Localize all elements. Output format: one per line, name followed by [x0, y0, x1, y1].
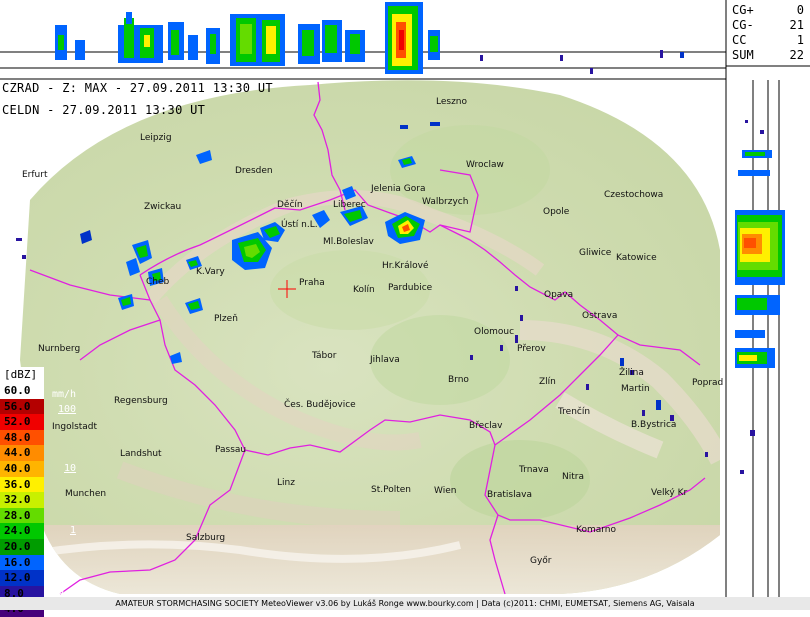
city-label: Pardubice [388, 283, 433, 293]
header-radar-line: CZRAD - Z: MAX - 27.09.2011 13:30 UT [2, 81, 273, 95]
city-label: Čes. Budějovice [284, 400, 356, 410]
city-label: Passau [215, 445, 247, 455]
city-label: K.Vary [196, 267, 225, 277]
city-label: Katowice [616, 253, 657, 263]
stat-sum: SUM 22 [732, 48, 804, 62]
city-label: Walbrzych [422, 197, 469, 207]
city-label: Leipzig [140, 133, 172, 143]
city-label: Liberec [333, 200, 366, 210]
stat-cc: CC 1 [732, 33, 804, 47]
city-label: Regensburg [114, 396, 168, 406]
legend-step: 56.0 [0, 398, 44, 415]
city-label: Jelenia Gora [371, 184, 426, 194]
legend-step: 44.0 [0, 445, 44, 461]
city-label: Hr.Králové [382, 261, 429, 271]
city-label: Kolín [353, 285, 375, 295]
lightning-stats: CG+ 0 CG- 21 CC 1 SUM 22 [728, 3, 808, 63]
legend-rate-1: 1 [70, 525, 77, 536]
legend-step: 52.0 [0, 414, 44, 430]
city-label: Ml.Boleslav [323, 237, 374, 247]
city-label: Linz [277, 478, 295, 488]
legend-step: 24.0 [0, 523, 44, 539]
legend-step: 60.0 [0, 383, 44, 399]
header-lightning-line: CELDN - 27.09.2011 13:30 UT [2, 103, 206, 117]
city-label: Nurnberg [38, 344, 81, 354]
city-label: B.Bystrica [631, 420, 677, 430]
city-label: Jihlava [370, 355, 400, 365]
city-label: Zwickau [144, 202, 182, 212]
city-label: Praha [299, 278, 325, 288]
footer-credits: AMATEUR STORMCHASING SOCIETY MeteoViewer… [0, 597, 810, 610]
legend-step: 12.0 [0, 570, 44, 586]
right-profile-panel [725, 65, 810, 600]
city-label: Bratislava [487, 490, 532, 500]
city-label: Zlín [539, 377, 556, 387]
city-label: Plzeň [214, 314, 238, 324]
city-label: Žilina [619, 368, 644, 378]
stat-cg-minus: CG- 21 [732, 18, 804, 32]
city-label: Leszno [436, 97, 468, 107]
city-label: Cheb [146, 277, 170, 287]
city-label: Břeclav [469, 421, 503, 431]
city-label: Velký Kr [651, 488, 688, 498]
city-label: Wien [434, 486, 457, 496]
legend-step: 36.0 [0, 476, 44, 493]
legend-rate-0-1: 0.1 [58, 586, 77, 597]
legend-step: 20.0 [0, 538, 44, 555]
legend-step: 16.0 [0, 554, 44, 571]
city-label: Wroclaw [466, 160, 504, 170]
legend-step: 28.0 [0, 507, 44, 524]
city-label: Trenčín [558, 407, 591, 417]
legend-rate-10: 10 [64, 463, 77, 474]
city-label: Ostrava [582, 311, 618, 321]
legend-color-scale: 60.0 56.0 52.0 48.0 44.0 40.0 36.0 32.0 28.0 24.0… [0, 383, 80, 617]
city-label: Opava [544, 290, 574, 300]
city-label: Landshut [120, 449, 162, 459]
city-label: Czestochowa [604, 190, 664, 200]
city-label: Brno [448, 375, 469, 385]
legend-rate-unit: mm/h [52, 389, 77, 400]
city-label: Martin [621, 384, 650, 394]
legend-step: 48.0 [0, 429, 44, 446]
city-label: Erfurt [22, 170, 48, 180]
stat-cg-plus: CG+ 0 [732, 3, 804, 17]
city-label: Salzburg [186, 533, 226, 543]
legend-title: [dBZ] [0, 367, 44, 383]
city-label: Poprad [692, 378, 724, 388]
city-label: Děčín [277, 200, 303, 210]
legend-step: 40.0 [0, 460, 44, 477]
city-label: Győr [530, 556, 552, 566]
city-label: Opole [543, 207, 570, 217]
city-label: Přerov [517, 344, 546, 354]
city-label: Ústí n.L. [281, 220, 318, 230]
city-label: Trnava [519, 465, 549, 475]
city-label: Komarno [576, 525, 616, 535]
legend-rate-100: 100 [58, 404, 77, 415]
city-label: Olomouc [474, 327, 515, 337]
city-label: Tábor [312, 351, 337, 361]
city-label: St.Polten [371, 485, 411, 495]
city-label: Nitra [562, 472, 584, 482]
city-label: Dresden [235, 166, 273, 176]
legend-step: 32.0 [0, 492, 44, 508]
city-label: Gliwice [579, 248, 612, 258]
top-profile-panel [0, 0, 727, 80]
